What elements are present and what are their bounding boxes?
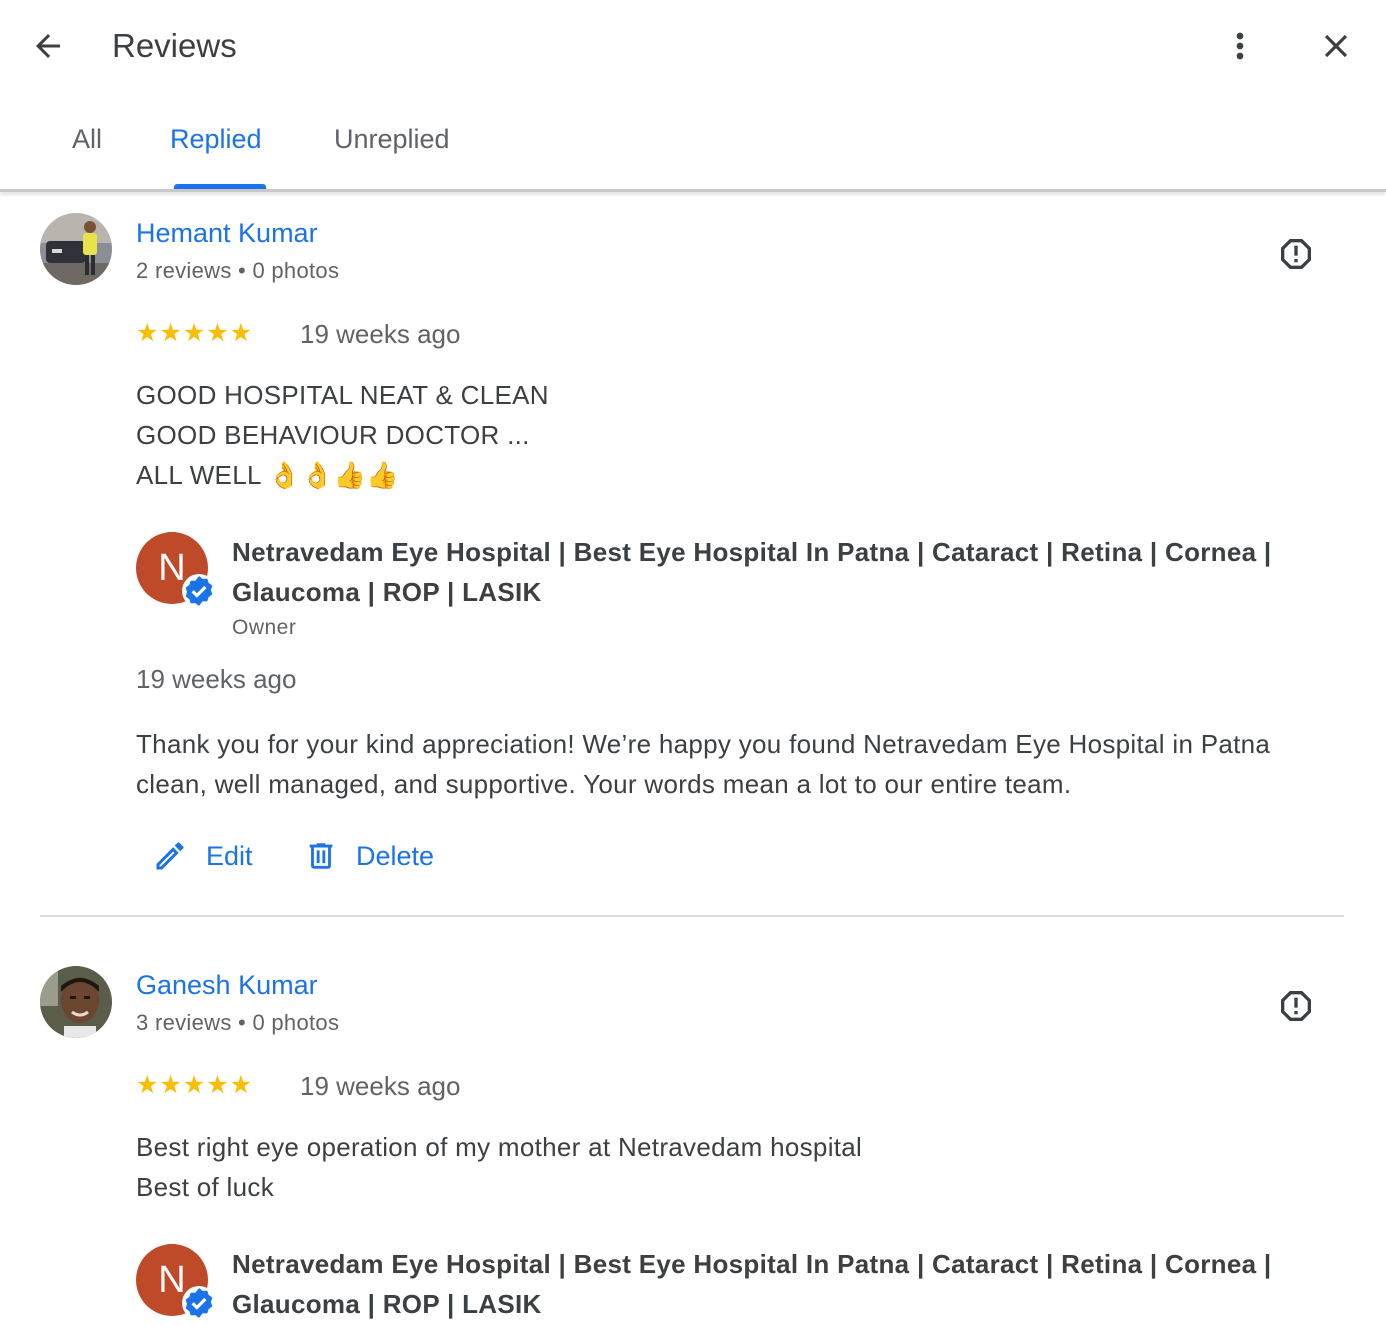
- review-filter-tabs: All Replied Unreplied: [0, 100, 1386, 190]
- review-text-line: GOOD BEHAVIOUR DOCTOR ...: [136, 420, 530, 450]
- close-button[interactable]: [1314, 24, 1358, 68]
- reply-text: Thank you for your kind appreciation! We…: [136, 729, 1271, 799]
- review-text-line: GOOD HOSPITAL NEAT & CLEAN: [136, 380, 549, 410]
- more-vert-icon: [1236, 32, 1244, 60]
- verified-badge-icon: [182, 574, 216, 608]
- page-title: Reviews: [112, 27, 237, 64]
- reviewer-meta: 2 reviews • 0 photos: [136, 258, 340, 283]
- star-rating: ★★★★★: [136, 319, 254, 347]
- verified-badge-icon: [182, 1286, 216, 1320]
- star-rating: ★★★★★: [136, 1071, 254, 1099]
- reviewer-avatar[interactable]: [40, 966, 112, 1038]
- edit-reply-button[interactable]: Edit: [152, 838, 253, 874]
- more-options-button[interactable]: [1218, 24, 1262, 68]
- owner-role: Owner: [232, 616, 297, 639]
- reviewer-avatar[interactable]: [40, 213, 112, 285]
- arrow-back-icon: [36, 34, 60, 58]
- reviewer-name[interactable]: Ganesh Kumar: [136, 970, 318, 1001]
- tab-replied[interactable]: Replied: [170, 124, 262, 155]
- review-divider: [40, 915, 1344, 917]
- reviewer-meta: 3 reviews • 0 photos: [136, 1010, 340, 1035]
- review-text-line: Best of luck: [136, 1172, 274, 1202]
- review-text-line: Best right eye operation of my mother at…: [136, 1132, 863, 1162]
- review-text: GOOD HOSPITAL NEAT & CLEAN GOOD BEHAVIOU…: [136, 375, 549, 495]
- owner-name: Netravedam Eye Hospital | Best Eye Hospi…: [232, 1249, 1272, 1319]
- review-time: 19 weeks ago: [300, 1071, 461, 1101]
- review-time: 19 weeks ago: [300, 319, 461, 349]
- tab-unreplied[interactable]: Unreplied: [334, 124, 450, 155]
- review-text-line: ALL WELL 👌👌👍👍: [136, 460, 399, 490]
- report-review-button[interactable]: [1274, 232, 1318, 276]
- report-icon: [1281, 991, 1311, 1021]
- tab-all[interactable]: All: [72, 124, 102, 155]
- review-text: Best right eye operation of my mother at…: [136, 1127, 862, 1207]
- edit-label: Edit: [206, 840, 253, 871]
- pencil-icon: [156, 842, 184, 870]
- owner-name: Netravedam Eye Hospital | Best Eye Hospi…: [232, 537, 1272, 607]
- reviewer-name[interactable]: Hemant Kumar: [136, 218, 318, 249]
- delete-reply-button[interactable]: Delete: [304, 838, 434, 874]
- back-button[interactable]: [26, 24, 70, 68]
- trash-icon: [309, 843, 333, 869]
- report-review-button[interactable]: [1274, 984, 1318, 1028]
- tabs-divider: [0, 189, 1386, 192]
- top-app-bar: Reviews: [0, 0, 1386, 92]
- delete-label: Delete: [356, 840, 435, 871]
- reply-time: 19 weeks ago: [136, 664, 297, 694]
- close-icon: [1324, 34, 1348, 58]
- report-icon: [1281, 239, 1311, 269]
